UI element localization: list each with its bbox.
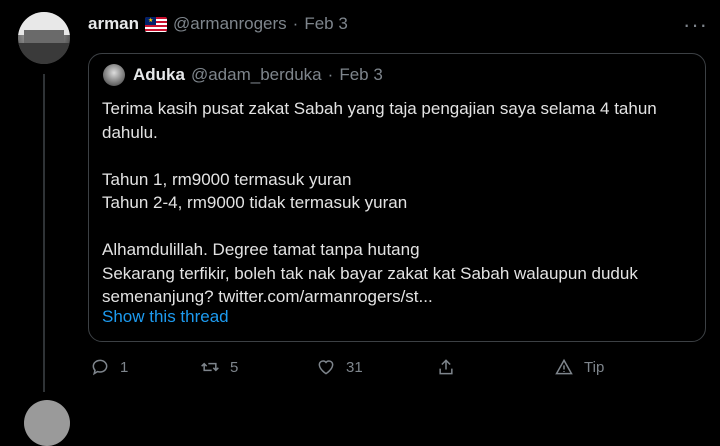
quoted-handle: @adam_berduka	[190, 65, 322, 84]
action-bar: 1 5 31 Tip	[88, 352, 708, 382]
quoted-date: Feb 3	[339, 65, 383, 84]
avatar-ground	[18, 43, 70, 64]
tweet-header: arman ★ @armanrogers · Feb 3	[88, 13, 348, 35]
thread-line	[43, 74, 45, 392]
retweet-count: 5	[230, 358, 239, 376]
quoted-avatar	[103, 64, 125, 86]
quoted-header: Aduka @adam_berduka · Feb 3	[133, 65, 383, 85]
reply-count: 1	[120, 358, 129, 376]
share-icon	[439, 359, 453, 375]
quoted-separator: ·	[327, 65, 334, 84]
like-button[interactable]: 31	[316, 352, 363, 382]
show-thread-link[interactable]: Show this thread	[102, 307, 229, 327]
tweet-date[interactable]: Feb 3	[304, 14, 347, 34]
like-count: 31	[346, 358, 363, 376]
flag-icon: ★	[145, 16, 168, 32]
quoted-line: Tahun 1, rm9000 termasuk yuran	[102, 169, 352, 189]
share-button[interactable]	[436, 352, 466, 382]
quoted-text: Terima kasih pusat zakat Sabah yang taja…	[102, 97, 702, 309]
tip-label: Tip	[584, 358, 605, 376]
tip-button[interactable]: Tip	[554, 352, 604, 382]
retweet-icon	[201, 362, 219, 372]
quoted-line: Sekarang terfikir, boleh tak nak bayar z…	[102, 263, 638, 307]
quoted-line: Terima kasih pusat zakat Sabah yang taja…	[102, 99, 657, 142]
tip-icon	[555, 358, 573, 375]
display-name[interactable]: arman	[88, 14, 139, 34]
more-icon[interactable]: ···	[683, 12, 708, 38]
like-icon	[318, 360, 334, 375]
reply-button[interactable]: 1	[90, 352, 128, 382]
quoted-line: Tahun 2-4, rm9000 tidak termasuk yuran	[102, 193, 408, 212]
avatar[interactable]	[18, 12, 70, 64]
retweet-button[interactable]: 5	[200, 352, 238, 382]
separator: ·	[292, 14, 299, 33]
handle[interactable]: @armanrogers	[173, 14, 287, 34]
quoted-display-name: Aduka	[133, 65, 185, 84]
reply-icon	[92, 359, 108, 376]
quoted-line: Alhamdulillah. Degree tamat tanpa hutang	[102, 240, 420, 259]
next-tweet-avatar[interactable]	[24, 400, 70, 446]
